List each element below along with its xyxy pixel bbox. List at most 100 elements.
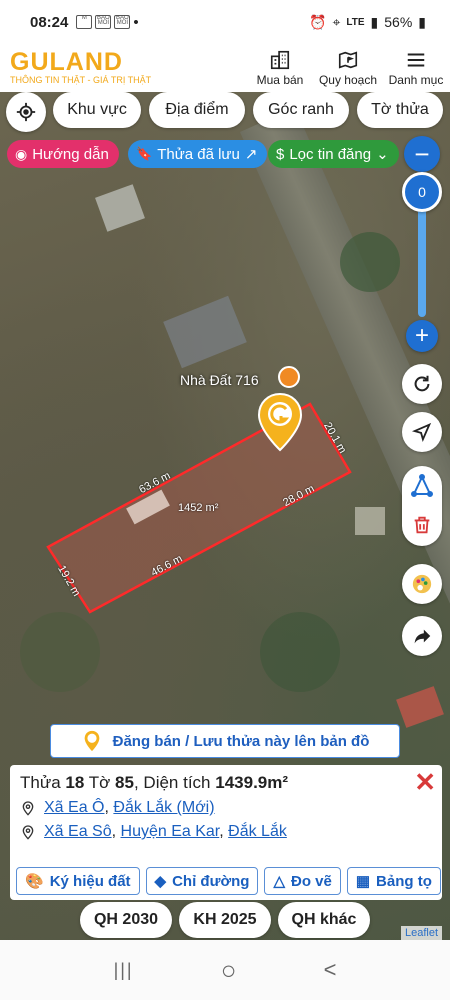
leaflet-attribution[interactable]: Leaflet [401, 926, 443, 940]
post-listing-text: Đăng bán / Lưu thửa này lên bản đồ [112, 732, 370, 750]
brand-tagline: THÔNG TIN THẬT - GIÁ TRỊ THẬT [10, 75, 152, 85]
directions-button[interactable]: ◆ Chỉ đường [145, 867, 259, 895]
filter-to-thua[interactable]: Tờ thửa [357, 92, 443, 128]
trash-icon[interactable] [411, 514, 433, 536]
nav-quy-hoach[interactable]: Quy hoạch [314, 49, 382, 87]
refresh-icon [414, 375, 430, 392]
land-legend-button[interactable] [402, 564, 442, 604]
zoom-out-button[interactable]: − [404, 136, 440, 172]
old-commune-link[interactable]: Xã Ea Sô [44, 823, 112, 840]
plan-qh-2030[interactable]: QH 2030 [80, 902, 172, 938]
navigation-arrow-icon [411, 422, 432, 443]
network-type: LTE [346, 16, 365, 28]
buildings-icon [270, 50, 290, 70]
separator: , [104, 799, 109, 816]
opacity-slider-track[interactable] [418, 207, 426, 317]
separator: , [111, 823, 117, 840]
nav-mua-ban[interactable]: Mua bán [246, 49, 314, 87]
poi-marker-icon[interactable] [278, 366, 300, 388]
minus-icon: − [414, 139, 430, 169]
coordinates-table-label: Bảng tọ [376, 872, 432, 890]
filter-label: Lọc tin đăng [289, 145, 372, 163]
system-nav-bar: ||| ○ < [0, 940, 450, 1000]
dollar-icon: $ [276, 145, 285, 163]
filter-dia-diem[interactable]: Địa điểm [149, 92, 245, 128]
back-button[interactable]: < [324, 957, 337, 983]
listing-filter-button[interactable]: $ Lọc tin đăng ⌄ [268, 140, 399, 168]
app-header: GULAND THÔNG TIN THẬT - GIÁ TRỊ THẬT Mua… [0, 44, 450, 92]
parcel-prefix: Thửa [20, 773, 61, 792]
new-commune-link[interactable]: Xã Ea Ô [44, 799, 104, 816]
measure-button[interactable]: △ Đo vẽ [264, 867, 341, 895]
guland-pin-icon [84, 730, 99, 752]
share-icon [414, 629, 431, 644]
new-address: Xã Ea Ô, Đắk Lắk (Mới) [20, 799, 432, 817]
map-flag-icon [338, 51, 358, 69]
menu-icon [407, 53, 425, 67]
share-button[interactable] [402, 616, 442, 656]
navigate-button[interactable] [402, 412, 442, 452]
plot-area-label: 1452 m² [178, 502, 219, 514]
home-button[interactable]: ○ [221, 955, 237, 986]
new-province-link[interactable]: Đắk Lắk (Mới) [113, 799, 214, 816]
area-label: , Diện tích [133, 773, 211, 792]
lifebuoy-icon: ◉ [15, 145, 28, 162]
opacity-slider-knob[interactable]: 0 [402, 172, 442, 212]
news-notification-icon: BAO MOI [95, 15, 112, 29]
nav-danh-muc[interactable]: Danh mục [382, 49, 450, 87]
parcel-actions: 🎨 Ký hiệu đất ◆ Chỉ đường △ Đo vẽ ▦ Bảng… [16, 867, 441, 895]
clock: 08:24 [30, 13, 69, 31]
old-district-link[interactable]: Huyện Ea Kar [121, 823, 220, 840]
location-pin-icon[interactable] [256, 392, 304, 452]
building [163, 295, 247, 369]
palette-icon [412, 574, 432, 594]
tree [20, 612, 100, 692]
close-icon[interactable]: ✕ [414, 767, 436, 798]
nav-quy-hoach-label: Quy hoạch [318, 73, 378, 87]
filter-khu-vuc[interactable]: Khu vực [53, 92, 141, 128]
status-bar: 08:24 M BAO MOI BAO MOI • ⏰ ⌖ LTE ▮ 56% … [0, 0, 450, 44]
header-nav: Mua bán Quy hoạch Danh mục [246, 49, 450, 87]
sheet-number: 85 [115, 773, 134, 792]
post-listing-banner[interactable]: Đăng bán / Lưu thửa này lên bản đồ [50, 724, 400, 758]
news-notification-icon-2: BAO MOI [114, 15, 131, 29]
old-address: Xã Ea Sô, Huyện Ea Kar, Đắk Lắk [20, 823, 432, 841]
notification-dot: • [133, 13, 139, 31]
parcel-area: 1439.9m² [215, 773, 289, 792]
refresh-button[interactable] [402, 364, 442, 404]
map-pin-icon [22, 801, 34, 816]
nav-danh-muc-label: Danh mục [388, 73, 444, 87]
tree [340, 232, 400, 292]
tree [260, 612, 340, 692]
poi-label[interactable]: Nhà Đất 716 [180, 372, 259, 388]
signal-icon: ▮ [370, 13, 379, 30]
plus-icon: + [414, 322, 429, 349]
nav-mua-ban-label: Mua bán [256, 73, 304, 87]
coordinates-table-button[interactable]: ▦ Bảng tọ [346, 867, 441, 895]
old-province-link[interactable]: Đắk Lắk [228, 823, 287, 840]
draw-tools-group [402, 466, 442, 546]
locate-button[interactable] [6, 92, 46, 132]
recent-apps-button[interactable]: ||| [114, 960, 134, 981]
map-pin-icon [22, 825, 34, 840]
crosshair-icon [16, 102, 36, 122]
land-symbols-button[interactable]: 🎨 Ký hiệu đất [16, 867, 140, 895]
plan-qh-khac[interactable]: QH khác [278, 902, 370, 938]
filter-goc-ranh[interactable]: Góc ranh [253, 92, 349, 128]
location-icon: ⌖ [332, 13, 341, 30]
brand-name: GULAND [10, 48, 123, 76]
building [396, 686, 444, 728]
guide-button[interactable]: ◉ Hướng dẫn [7, 140, 119, 168]
guide-label: Hướng dẫn [32, 145, 109, 163]
directions-label: Chỉ đường [172, 872, 250, 890]
plan-kh-2025[interactable]: KH 2025 [179, 902, 271, 938]
building [355, 507, 385, 535]
chevron-down-icon: ⌄ [376, 146, 389, 163]
draw-polygon-icon[interactable] [410, 474, 434, 498]
zoom-in-button[interactable]: + [406, 320, 438, 352]
saved-parcels-button[interactable]: 🔖 Thửa đã lưu ↗ [128, 140, 268, 168]
guland-logo[interactable]: GULAND THÔNG TIN THẬT - GIÁ TRỊ THẬT [10, 50, 151, 86]
separator: , [219, 823, 224, 840]
parcel-title: Thửa 18 Tờ 85, Diện tích 1439.9m² [20, 773, 432, 793]
land-symbols-label: Ký hiệu đất [49, 872, 131, 890]
